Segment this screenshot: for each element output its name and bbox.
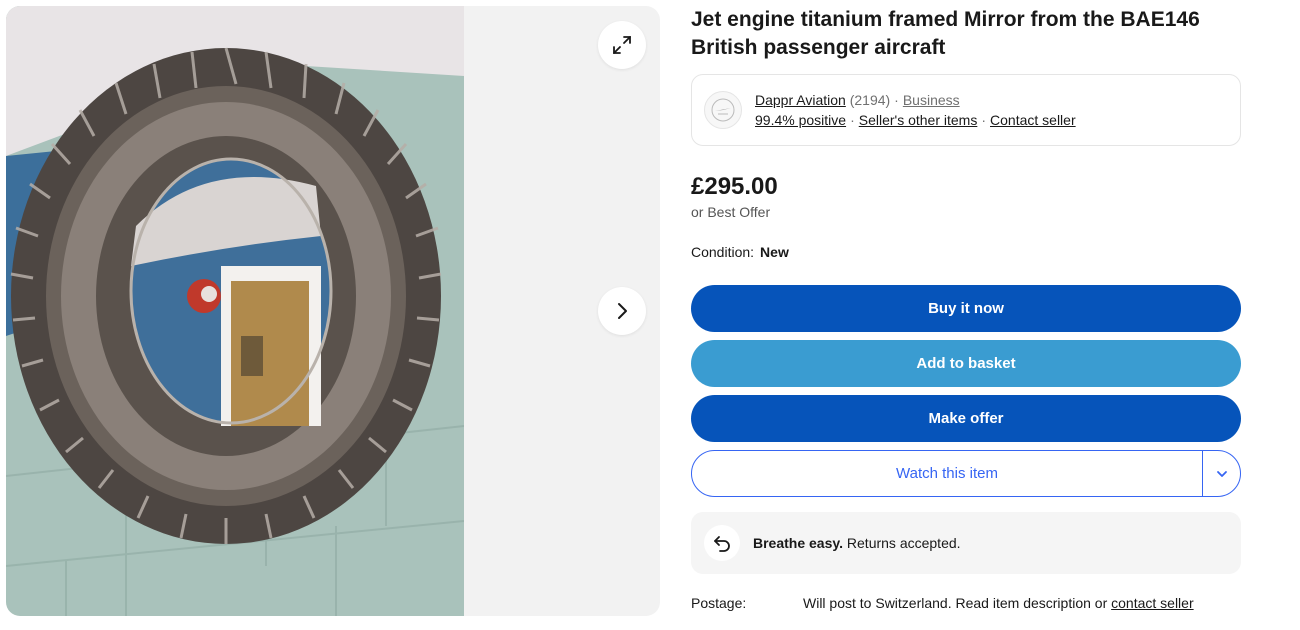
returns-icon-wrap	[704, 525, 740, 561]
condition-label: Condition:	[691, 244, 755, 260]
item-price: £295.00	[691, 173, 778, 200]
business-seller-link[interactable]: Business	[903, 92, 960, 108]
condition-value: New	[760, 244, 789, 260]
item-title: Jet engine titanium framed Mirror from t…	[691, 8, 1200, 59]
postage-row: Postage: Will post to Switzerland. Read …	[691, 595, 1241, 611]
returns-banner: Breathe easy. Returns accepted.	[691, 512, 1241, 574]
listing-details: Jet engine titanium framed Mirror from t…	[691, 6, 1241, 611]
buy-it-now-button[interactable]: Buy it now	[691, 285, 1241, 332]
separator-dot: ·	[981, 112, 987, 128]
seller-logo-icon	[711, 98, 735, 122]
jet-engine-mirror-image	[6, 6, 464, 616]
contact-seller-link[interactable]: Contact seller	[990, 112, 1076, 128]
product-photo[interactable]	[6, 6, 464, 616]
returns-text: Breathe easy. Returns accepted.	[753, 535, 961, 551]
returns-accepted-text: Returns accepted.	[846, 535, 961, 551]
best-offer-text: or Best Offer	[691, 204, 771, 220]
watch-dropdown-button[interactable]	[1203, 451, 1240, 496]
seller-avatar[interactable]	[704, 91, 742, 129]
image-gallery	[6, 6, 660, 616]
separator-dot: ·	[850, 112, 855, 128]
make-offer-button[interactable]: Make offer	[691, 395, 1241, 442]
watch-item-control: Watch this item	[691, 450, 1241, 497]
expand-arrows-icon	[613, 36, 631, 54]
postage-label: Postage:	[691, 595, 747, 611]
seller-feedback-count: (2194)	[849, 92, 891, 108]
seller-positive-link[interactable]: 99.4% positive	[755, 112, 846, 128]
action-buttons: Buy it now Add to basket Make offer Watc…	[691, 285, 1241, 497]
return-arrow-icon	[714, 536, 730, 552]
chevron-down-icon	[1216, 470, 1227, 477]
chevron-right-icon	[618, 303, 627, 319]
watch-item-button[interactable]: Watch this item	[692, 451, 1202, 496]
seller-info: Dappr Aviation (2194) · Business 99.4% pos…	[755, 90, 1076, 130]
postage-text: Will post to Switzerland. Read item desc…	[803, 595, 1194, 611]
separator-dot: ·	[894, 92, 899, 108]
seller-card: Dappr Aviation (2194) · Business 99.4% pos…	[691, 74, 1241, 146]
add-to-basket-button[interactable]: Add to basket	[691, 340, 1241, 387]
seller-other-items-link[interactable]: Seller's other items	[859, 112, 978, 128]
returns-strong-text: Breathe easy.	[753, 535, 844, 551]
postage-contact-seller-link[interactable]: contact seller	[1111, 595, 1193, 611]
seller-name-link[interactable]: Dappr Aviation	[755, 92, 846, 108]
postage-description: Will post to Switzerland. Read item desc…	[803, 595, 1112, 611]
next-image-button[interactable]	[598, 287, 646, 335]
expand-image-button[interactable]	[598, 21, 646, 69]
item-condition: Condition: New	[691, 244, 1241, 260]
